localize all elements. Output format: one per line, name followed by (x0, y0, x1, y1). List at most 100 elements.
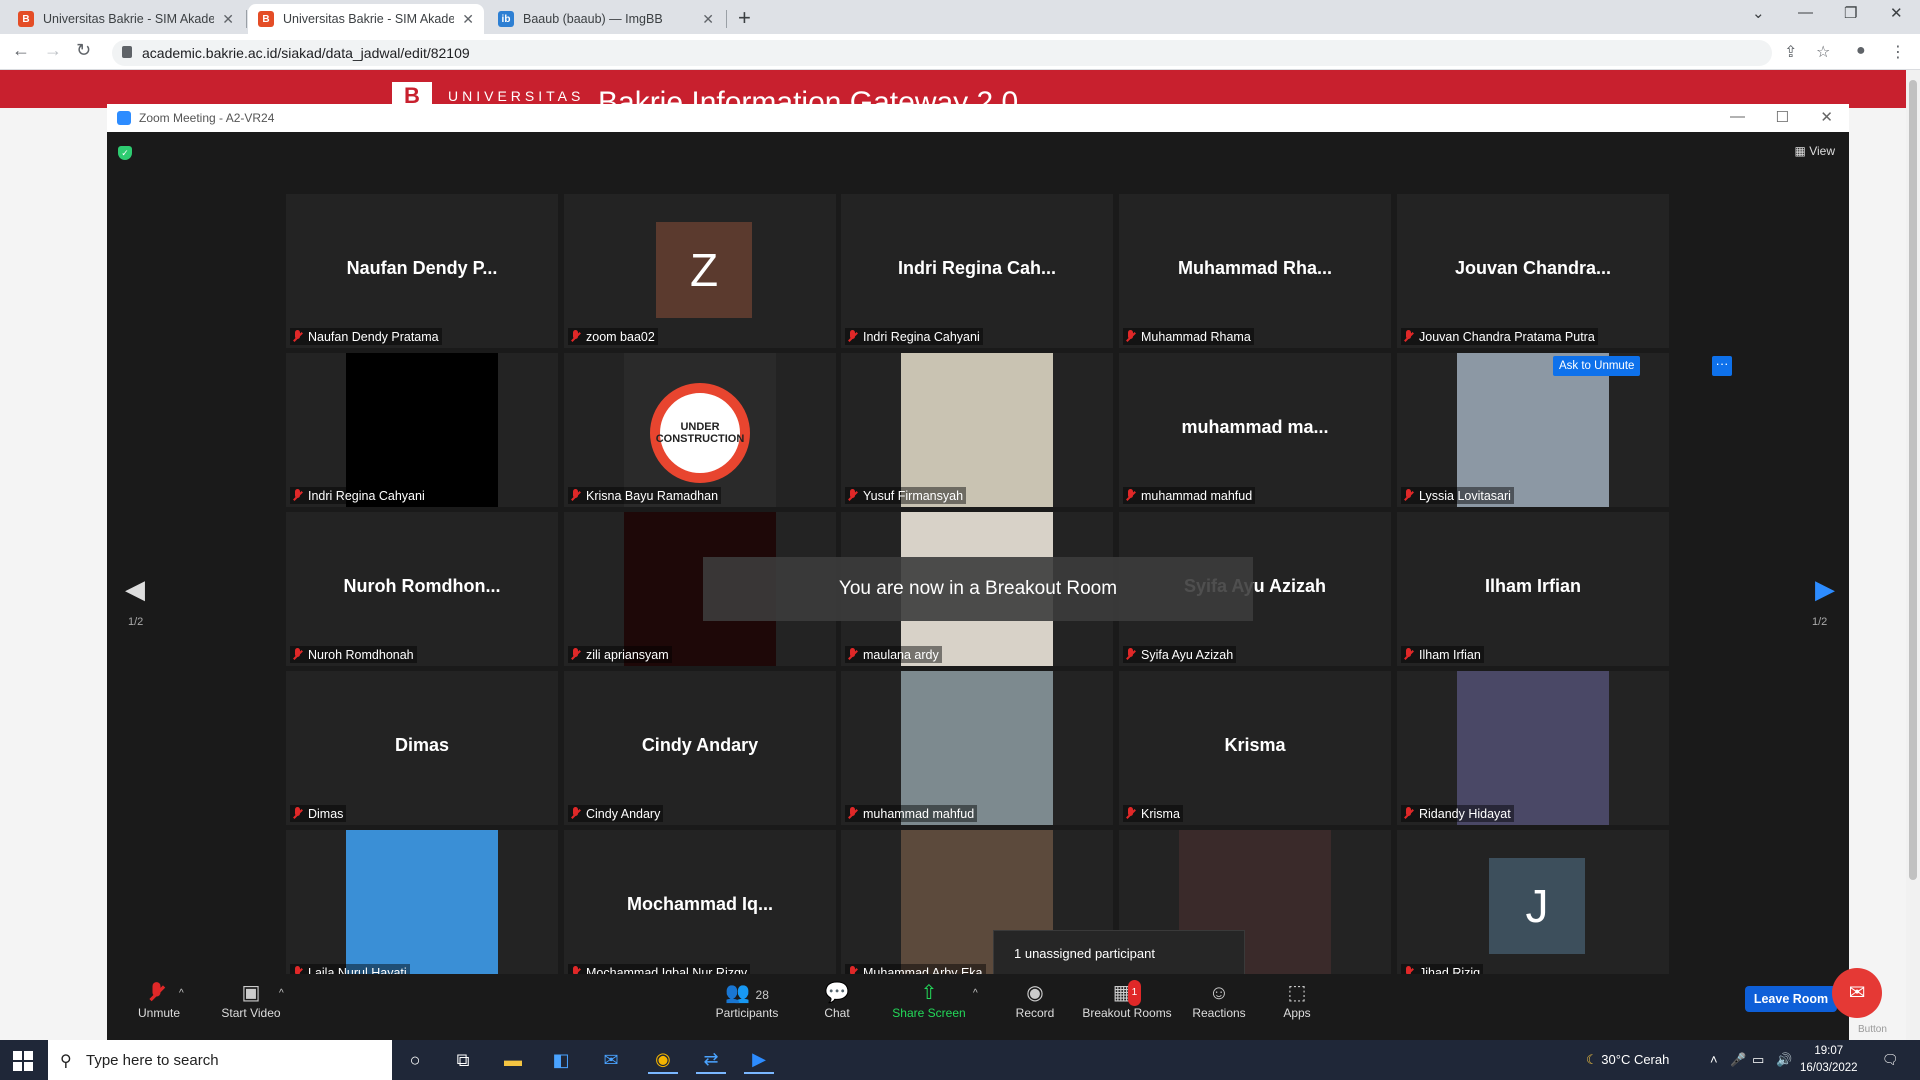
minimize-button[interactable]: — (1798, 4, 1813, 21)
muted-mic-icon (571, 330, 580, 343)
participant-name-label: Lyssia Lovitasari (1401, 487, 1514, 504)
participant-name-label: Indri Regina Cahyani (845, 328, 983, 345)
participant-name: Syifa Ayu Azizah (1141, 647, 1234, 662)
participant-tile[interactable]: Mochammad Iq... Mochammad Iqbal Nur Rizqy (564, 830, 836, 984)
participant-name-label: Yusuf Firmansyah (845, 487, 967, 504)
page-scrollbar[interactable] (1906, 70, 1920, 1040)
participant-tile[interactable]: Jouvan Chandra... Jouvan Chandra Pratama … (1397, 194, 1669, 348)
participant-tile[interactable]: Dimas Dimas (286, 671, 558, 825)
network-icon[interactable]: ▭ (1752, 1052, 1764, 1068)
audio-options-caret-icon[interactable]: ^ (179, 988, 184, 999)
participant-tile[interactable]: Naufan Dendy P... Naufan Dendy Pratama (286, 194, 558, 348)
tab-search-icon[interactable]: ⌄ (1752, 4, 1765, 22)
tab-title: Universitas Bakrie - SIM Akadem (283, 12, 455, 26)
site-brand: UNIVERSITAS (448, 88, 585, 104)
participant-tile[interactable]: Cindy Andary Cindy Andary (564, 671, 836, 825)
next-page-arrow-icon[interactable]: ▶ (1815, 574, 1835, 605)
mail-icon[interactable]: ✉ (596, 1046, 626, 1074)
back-icon[interactable]: ← (12, 40, 30, 61)
zoom-maximize-button[interactable]: ☐ (1776, 108, 1789, 126)
participant-tile[interactable]: Yusuf Firmansyah (841, 353, 1113, 507)
zoom-close-button[interactable]: ✕ (1820, 108, 1833, 126)
participant-tile[interactable]: Indri Regina Cahyani (286, 353, 558, 507)
chat-button[interactable]: 💬 Chat (809, 980, 865, 1020)
start-video-button[interactable]: ▣ Start Video (211, 980, 291, 1020)
video-overlay-text: UNDER CONSTRUCTION (650, 383, 750, 483)
chat-widget-icon[interactable]: ✉ (1832, 968, 1882, 1018)
ask-to-unmute-button[interactable]: Ask to Unmute (1553, 356, 1641, 376)
forward-icon[interactable]: → (44, 40, 62, 61)
participant-tile[interactable]: Muhammad Rha... Muhammad Rhama (1119, 194, 1391, 348)
participant-display-name: Naufan Dendy P... (346, 258, 498, 278)
close-tab-icon[interactable]: ✕ (222, 11, 234, 28)
participant-tile[interactable]: UNDER CONSTRUCTION Krisna Bayu Ramadhan (564, 353, 836, 507)
participant-tile[interactable]: Ilham Irfian Ilham Irfian (1397, 512, 1669, 666)
share-screen-button[interactable]: ⇧ Share Screen (889, 980, 969, 1020)
new-tab-button[interactable]: + (738, 5, 751, 31)
leave-room-button[interactable]: Leave Room (1745, 986, 1837, 1012)
close-tab-icon[interactable]: ✕ (702, 11, 714, 28)
participant-video (346, 353, 498, 507)
participant-tile[interactable]: Zzoom baa02 (564, 194, 836, 348)
task-view-icon[interactable]: ⧉ (448, 1046, 478, 1074)
participant-tile[interactable]: Nuroh Romdhon... Nuroh Romdhonah (286, 512, 558, 666)
apps-button[interactable]: ⬚ Apps (1269, 980, 1325, 1020)
chat-widget-label: Button (1858, 1024, 1887, 1035)
cortana-icon[interactable]: ○ (400, 1046, 430, 1074)
reactions-button[interactable]: ☺ Reactions (1183, 980, 1255, 1020)
file-explorer-icon[interactable]: ▬ (498, 1046, 528, 1074)
browser-tab-3[interactable]: ib Baaub (baaub) — ImgBB ✕ (488, 4, 724, 34)
store-icon[interactable]: ◧ (546, 1046, 576, 1074)
participant-display-name: Indri Regina Cah... (897, 258, 1057, 278)
chrome-icon[interactable]: ◉ (648, 1046, 678, 1074)
participant-name-label: Jouvan Chandra Pratama Putra (1401, 328, 1598, 345)
taskbar-search-box[interactable]: ⚲ Type here to search (48, 1040, 392, 1080)
view-button[interactable]: ▦ View (1795, 144, 1835, 158)
notifications-icon[interactable]: 🗨 (1882, 1052, 1899, 1068)
unmute-button[interactable]: Unmute (127, 980, 191, 1020)
close-window-button[interactable]: ✕ (1890, 4, 1903, 22)
tile-more-options-button[interactable]: ··· (1712, 356, 1732, 376)
weather-widget[interactable]: ☾ 30°C Cerah (1586, 1052, 1669, 1068)
profile-icon[interactable]: ● (1856, 42, 1866, 60)
participant-tile[interactable]: muhammad ma... muhammad mahfud (1119, 353, 1391, 507)
close-tab-icon[interactable]: ✕ (462, 11, 474, 28)
participant-display-name: Dimas (394, 735, 450, 755)
participant-tile[interactable]: Ridandy Hidayat (1397, 671, 1669, 825)
teamviewer-icon[interactable]: ⇄ (696, 1046, 726, 1074)
participant-tile[interactable]: Laila Nurul Hayati (286, 830, 558, 984)
browser-tab-1[interactable]: B Universitas Bakrie - SIM Akadem ✕ (8, 4, 244, 34)
zoom-taskbar-icon[interactable]: ▶ (744, 1046, 774, 1074)
reload-icon[interactable]: ↻ (76, 40, 91, 61)
volume-icon[interactable]: 🔊 (1776, 1052, 1792, 1068)
browser-menu-icon[interactable]: ⋮ (1890, 42, 1906, 62)
participant-tile[interactable]: Indri Regina Cah... Indri Regina Cahyani (841, 194, 1113, 348)
participant-tile[interactable]: muhammad mahfud (841, 671, 1113, 825)
share-icon[interactable]: ⇪ (1784, 42, 1797, 62)
previous-page-arrow-icon[interactable]: ◀ (125, 574, 145, 605)
taskbar-clock[interactable]: 19:07 16/03/2022 (1800, 1043, 1858, 1077)
participant-video (1457, 671, 1609, 825)
zoom-minimize-button[interactable]: — (1730, 108, 1745, 125)
participant-video (901, 353, 1053, 507)
participant-tile[interactable]: Lyssia Lovitasari (1397, 353, 1669, 507)
tray-overflow-icon[interactable]: ˄ (1710, 1052, 1718, 1067)
restore-button[interactable]: ❐ (1844, 4, 1857, 22)
participant-name: muhammad mahfud (863, 806, 975, 821)
url-field[interactable]: academic.bakrie.ac.id/siakad/data_jadwal… (112, 40, 1772, 66)
participant-tile[interactable]: Krisma Krisma (1119, 671, 1391, 825)
video-options-caret-icon[interactable]: ^ (279, 988, 284, 999)
windows-start-icon[interactable] (13, 1051, 33, 1071)
participant-name-label: Syifa Ayu Azizah (1123, 646, 1237, 663)
browser-tab-2[interactable]: B Universitas Bakrie - SIM Akadem ✕ (248, 4, 484, 34)
participant-display-name: Muhammad Rha... (1177, 258, 1333, 278)
encryption-shield-icon[interactable]: ✓ (118, 146, 132, 160)
participants-button[interactable]: 👥 28 Participants (707, 980, 787, 1020)
bookmark-star-icon[interactable]: ☆ (1816, 42, 1830, 62)
microphone-tray-icon[interactable]: 🎤 (1730, 1052, 1746, 1068)
participant-tile[interactable]: J Jihad Riziq (1397, 830, 1669, 984)
record-button[interactable]: ◉ Record (1003, 980, 1067, 1020)
breakout-rooms-button[interactable]: ▦1 Breakout Rooms (1075, 980, 1179, 1020)
participant-name: Dimas (308, 806, 344, 821)
share-options-caret-icon[interactable]: ^ (973, 988, 978, 999)
